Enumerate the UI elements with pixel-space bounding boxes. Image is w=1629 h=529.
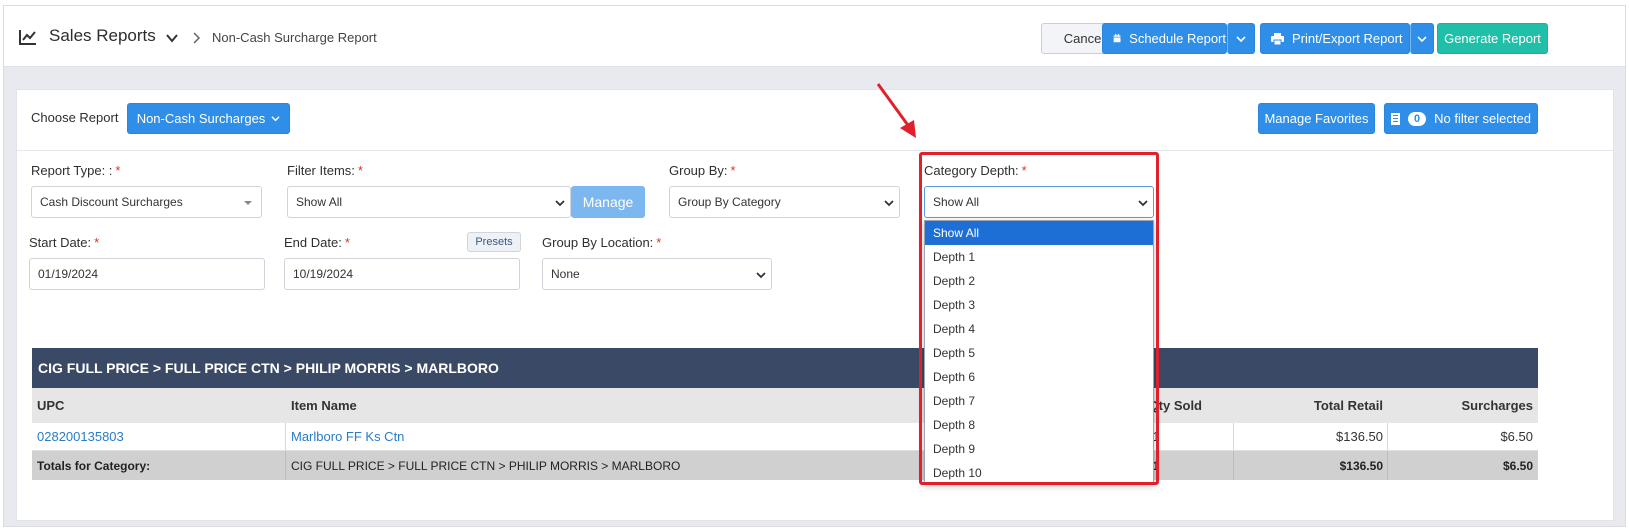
depth-option[interactable]: Depth 1: [925, 245, 1153, 269]
manage-favorites-button[interactable]: Manage Favorites: [1258, 103, 1375, 134]
presets-button[interactable]: Presets: [467, 232, 521, 252]
start-date-input[interactable]: 01/19/2024: [29, 258, 265, 290]
divider: [17, 150, 1613, 151]
totals-surcharges: $6.50: [1502, 458, 1533, 473]
choose-report-label: Choose Report: [31, 110, 119, 125]
breadcrumb-separator-icon: [193, 32, 201, 44]
report-type-value: Cash Discount Surcharges: [40, 195, 183, 209]
chevron-down-icon: [1236, 35, 1246, 42]
schedule-report-label: Schedule Report: [1129, 31, 1226, 46]
breadcrumb: Non-Cash Surcharge Report: [212, 30, 377, 45]
depth-option[interactable]: Depth 10: [925, 461, 1153, 485]
chevron-down-icon: [1138, 200, 1148, 207]
depth-option[interactable]: Show All: [925, 221, 1153, 245]
chevron-down-icon: [884, 200, 894, 207]
group-by-location-value: None: [551, 267, 580, 281]
chevron-down-icon: [1417, 35, 1427, 42]
group-by-location-select[interactable]: None: [542, 258, 772, 290]
totals-label: Totals for Category:: [37, 458, 151, 473]
totals-total-retail: $136.50: [1339, 458, 1383, 473]
group-by-select[interactable]: Group By Category: [669, 186, 900, 218]
depth-option[interactable]: Depth 2: [925, 269, 1153, 293]
print-export-button[interactable]: Print/Export Report: [1260, 23, 1410, 54]
chevron-down-icon: [271, 116, 280, 122]
group-by-label: Group By: *: [669, 163, 736, 178]
table-row: 028200135803 Marlboro FF Ks Ctn 1 $136.5…: [32, 423, 1538, 451]
annotation-arrow-icon: [876, 83, 916, 138]
manage-button[interactable]: Manage: [571, 186, 645, 218]
page-title: Sales Reports: [49, 26, 156, 45]
filter-items-label: Filter Items: *: [287, 163, 363, 178]
depth-option[interactable]: Depth 9: [925, 437, 1153, 461]
group-by-value: Group By Category: [678, 195, 781, 209]
row-total-retail: $136.50: [1336, 429, 1383, 444]
col-surcharges: Surcharges: [1461, 398, 1533, 413]
choose-report-value: Non-Cash Surcharges: [136, 111, 266, 126]
printer-icon: [1271, 32, 1284, 45]
app-frame: Sales Reports Non-Cash Surcharge Report …: [3, 5, 1626, 527]
chevron-down-icon: [756, 272, 766, 279]
end-date-input[interactable]: 10/19/2024: [284, 258, 520, 290]
row-upc-link[interactable]: 028200135803: [37, 423, 124, 450]
category-header: CIG FULL PRICE > FULL PRICE CTN > PHILIP…: [32, 348, 1538, 388]
filter-status-button[interactable]: 0 No filter selected: [1384, 103, 1538, 134]
category-depth-value: Show All: [933, 195, 980, 209]
chevron-down-icon: [555, 200, 565, 207]
filter-items-value: Show All: [296, 195, 343, 209]
depth-option[interactable]: Depth 4: [925, 317, 1153, 341]
end-date-label: End Date: *: [284, 235, 350, 250]
print-export-label: Print/Export Report: [1292, 31, 1403, 46]
choose-report-dropdown[interactable]: Non-Cash Surcharges: [127, 103, 290, 134]
category-depth-options: Show All Depth 1 Depth 2 Depth 3 Depth 4…: [924, 220, 1154, 484]
report-panel: Choose Report Non-Cash Surcharges Manage…: [16, 89, 1614, 521]
filter-items-select[interactable]: Show All: [287, 186, 571, 218]
col-upc: UPC: [37, 398, 65, 413]
schedule-report-dropdown[interactable]: [1227, 23, 1255, 54]
report-type-select[interactable]: Cash Discount Surcharges: [31, 186, 262, 218]
chevron-down-icon[interactable]: [166, 32, 178, 44]
depth-option[interactable]: Depth 3: [925, 293, 1153, 317]
generate-report-button[interactable]: Generate Report: [1437, 23, 1548, 54]
filter-count-badge: 0: [1408, 111, 1427, 126]
depth-option[interactable]: Depth 8: [925, 413, 1153, 437]
depth-option[interactable]: Depth 7: [925, 389, 1153, 413]
top-bar: Sales Reports Non-Cash Surcharge Report …: [4, 6, 1625, 67]
row-item-name-link[interactable]: Marlboro FF Ks Ctn: [291, 423, 404, 450]
line-chart-icon: [19, 30, 36, 45]
start-date-label: Start Date: *: [29, 235, 100, 250]
category-depth-select[interactable]: Show All: [924, 186, 1154, 218]
totals-row: Totals for Category: CIG FULL PRICE > FU…: [32, 451, 1538, 480]
group-by-location-label: Group By Location: *: [542, 235, 662, 250]
caret-down-icon: [244, 201, 252, 205]
depth-option[interactable]: Depth 5: [925, 341, 1153, 365]
filter-status-label: No filter selected: [1434, 111, 1531, 126]
row-surcharges: $6.50: [1500, 429, 1533, 444]
depth-option[interactable]: Depth 6: [925, 365, 1153, 389]
report-type-label: Report Type: : *: [31, 163, 121, 178]
print-export-dropdown[interactable]: [1410, 23, 1434, 54]
col-total-retail: Total Retail: [1313, 398, 1383, 413]
table-column-headers: UPC Item Name Qty Sold Total Retail Surc…: [32, 388, 1538, 423]
filter-icon: [1391, 112, 1401, 125]
calendar-icon: [1113, 34, 1121, 43]
schedule-report-button[interactable]: Schedule Report: [1102, 23, 1227, 54]
totals-category: CIG FULL PRICE > FULL PRICE CTN > PHILIP…: [291, 458, 681, 473]
category-depth-label: Category Depth: *: [924, 163, 1027, 178]
col-item-name: Item Name: [291, 398, 357, 413]
